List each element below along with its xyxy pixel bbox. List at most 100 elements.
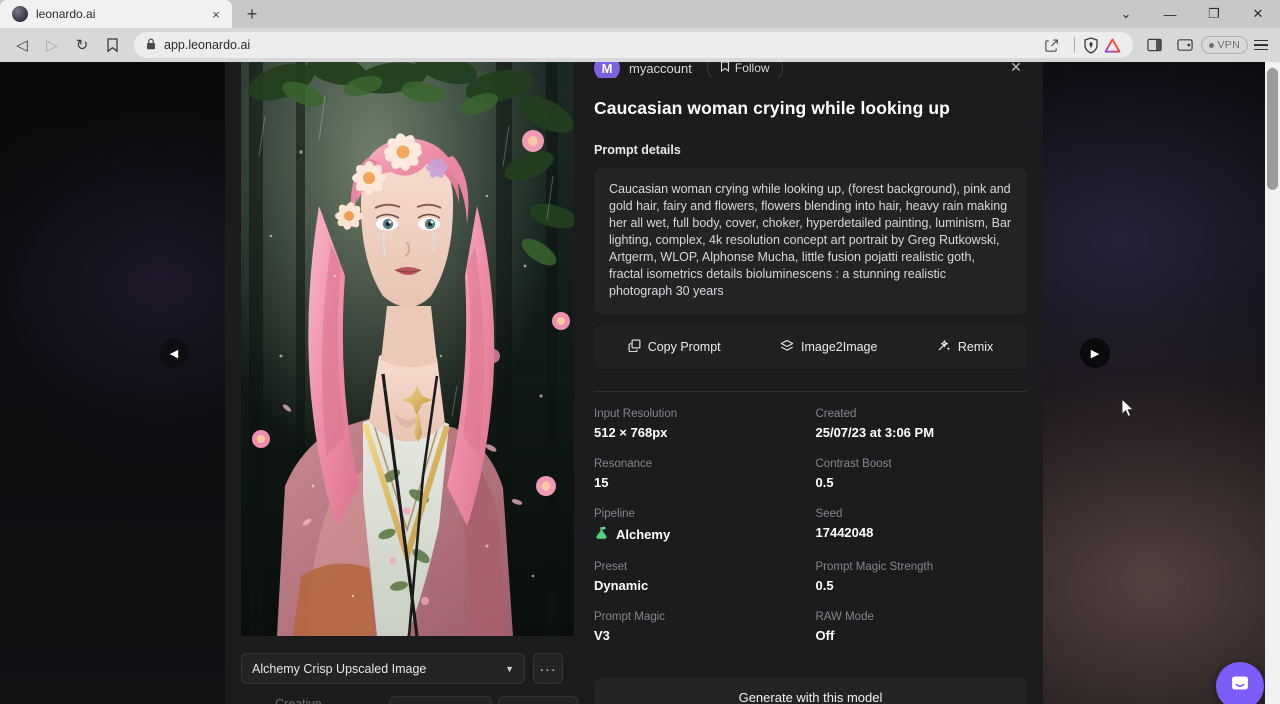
bookmark-plus-icon (720, 62, 730, 75)
sparkles-icon (937, 339, 951, 355)
sidebar-icon[interactable] (1141, 31, 1169, 59)
window-controls: ⌄ — ❐ ✕ (1104, 0, 1280, 28)
chat-launcher-button[interactable] (1216, 662, 1264, 704)
divider (594, 391, 1027, 392)
share-icon[interactable] (1038, 31, 1066, 59)
model-select-value: Alchemy Crisp Upscaled Image (252, 662, 426, 676)
metadata-item: Seed 17442048 (816, 508, 1028, 543)
leo-ai-icon[interactable] (1104, 37, 1121, 54)
copy-prompt-label: Copy Prompt (648, 340, 721, 354)
tab-close-icon[interactable]: × (208, 6, 224, 22)
author-row: M myaccount Follow (594, 62, 1027, 78)
vpn-label: VPN (1218, 39, 1241, 51)
mouse-cursor (1121, 398, 1134, 418)
metadata-value-pipeline: Alchemy (594, 525, 806, 543)
vpn-status-dot (1209, 43, 1214, 48)
metadata-key: Prompt Magic (594, 611, 806, 623)
close-window-button[interactable]: ✕ (1236, 0, 1280, 28)
prompt-text: Caucasian woman crying while looking up,… (594, 168, 1027, 314)
chevron-left-icon: ◀ (170, 347, 178, 360)
download-button[interactable]: Download (389, 696, 492, 704)
image-panel: Alchemy Crisp Upscaled Image ▼ ··· Creat… (225, 62, 578, 704)
minimize-button[interactable]: — (1148, 0, 1192, 28)
generate-with-model-button[interactable]: Generate with this model (594, 678, 1027, 704)
hamburger-menu-icon[interactable] (1250, 32, 1272, 58)
image2image-button[interactable]: Image2Image (766, 332, 891, 362)
follow-label: Follow (735, 62, 770, 75)
tab-strip: leonardo.ai × + ⌄ — ❐ ✕ (0, 0, 1280, 28)
metadata-item: Input Resolution 512 × 768px (594, 408, 806, 440)
favicon (12, 6, 28, 22)
metadata-item: Prompt Magic V3 (594, 611, 806, 643)
maximize-button[interactable]: ❐ (1192, 0, 1236, 28)
follow-button[interactable]: Follow (707, 62, 783, 78)
forward-icon[interactable]: ▷ (38, 31, 66, 59)
address-bar[interactable]: app.leonardo.ai (134, 32, 1133, 58)
vpn-button[interactable]: VPN (1201, 36, 1249, 54)
details-panel: M myaccount Follow ✕ Caucasian woman cry… (578, 62, 1043, 704)
page-scrollbar[interactable]: ▲ (1265, 62, 1280, 704)
navigation-toolbar: ◁ ▷ ↻ app.leonardo.ai (0, 28, 1280, 62)
prompt-details-label: Prompt details (594, 143, 1027, 157)
metadata-item: RAW Mode Off (816, 611, 1028, 643)
more-options-button[interactable]: ··· (533, 653, 563, 684)
page-viewport: ◀ ▶ (0, 62, 1280, 704)
pipeline-value: Alchemy (616, 527, 670, 542)
metadata-key: Created (816, 408, 1028, 420)
metadata-value: Off (816, 628, 1028, 643)
metadata-key: Seed (816, 508, 1028, 520)
scrollbar-thumb[interactable] (1267, 68, 1278, 190)
previous-image-button[interactable]: ◀ (159, 338, 189, 368)
metadata-grid: Input Resolution 512 × 768px Created 25/… (594, 408, 1027, 643)
copy-icon (628, 339, 641, 355)
author-name[interactable]: myaccount (629, 62, 692, 76)
page-title: Caucasian woman crying while looking up (594, 98, 1027, 119)
browser-window: leonardo.ai × + ⌄ — ❐ ✕ ◁ ▷ ↻ app.leonar… (0, 0, 1280, 704)
creative-upscale-button[interactable]: Creative Upscale (241, 696, 383, 704)
metadata-value: 0.5 (816, 475, 1028, 490)
new-tab-button[interactable]: + (238, 0, 266, 28)
alchemy-flask-icon (594, 525, 609, 543)
copy-prompt-button[interactable]: Copy Prompt (614, 332, 735, 362)
close-modal-button[interactable]: ✕ (1005, 62, 1027, 78)
wallet-icon[interactable] (1171, 31, 1199, 59)
metadata-value: V3 (594, 628, 806, 643)
back-icon[interactable]: ◁ (8, 31, 36, 59)
metadata-item: Resonance 15 (594, 458, 806, 490)
image-actions-row: Creative Upscale Download Share (241, 696, 578, 704)
metadata-key: Pipeline (594, 508, 806, 520)
share-button[interactable]: Share (498, 696, 578, 704)
metadata-key: Contrast Boost (816, 458, 1028, 470)
url-text: app.leonardo.ai (164, 38, 250, 52)
remix-label: Remix (958, 340, 993, 354)
metadata-item: Preset Dynamic (594, 561, 806, 593)
avatar[interactable]: M (594, 62, 620, 78)
metadata-item: Prompt Magic Strength 0.5 (816, 561, 1028, 593)
reload-icon[interactable]: ↻ (68, 31, 96, 59)
browser-tab[interactable]: leonardo.ai × (0, 0, 232, 28)
metadata-key: Resonance (594, 458, 806, 470)
bookmark-icon[interactable] (98, 31, 126, 59)
creative-upscale-label: Creative Upscale (275, 697, 370, 704)
metadata-key: RAW Mode (816, 611, 1028, 623)
prompt-actions-row: Copy Prompt Image2Image Remix (594, 325, 1027, 369)
image2image-label: Image2Image (801, 340, 877, 354)
metadata-value: 15 (594, 475, 806, 490)
brave-shields-icon[interactable] (1083, 37, 1100, 54)
image-detail-modal: Alchemy Crisp Upscaled Image ▼ ··· Creat… (225, 62, 1043, 704)
chevron-down-icon: ▼ (505, 664, 514, 674)
tab-search-icon[interactable]: ⌄ (1104, 0, 1148, 28)
next-image-button[interactable]: ▶ (1080, 338, 1110, 368)
model-selector-row: Alchemy Crisp Upscaled Image ▼ ··· (241, 653, 563, 684)
chat-bubble-icon (1228, 672, 1252, 701)
remix-button[interactable]: Remix (923, 332, 1007, 362)
model-select[interactable]: Alchemy Crisp Upscaled Image ▼ (241, 653, 525, 684)
metadata-item: Pipeline Alchemy (594, 508, 806, 543)
metadata-value: 0.5 (816, 578, 1028, 593)
metadata-key: Preset (594, 561, 806, 573)
metadata-value: 25/07/23 at 3:06 PM (816, 425, 1028, 440)
metadata-value: 512 × 768px (594, 425, 806, 440)
tab-title: leonardo.ai (36, 7, 200, 21)
generated-image[interactable] (241, 62, 574, 636)
divider (1074, 37, 1075, 53)
